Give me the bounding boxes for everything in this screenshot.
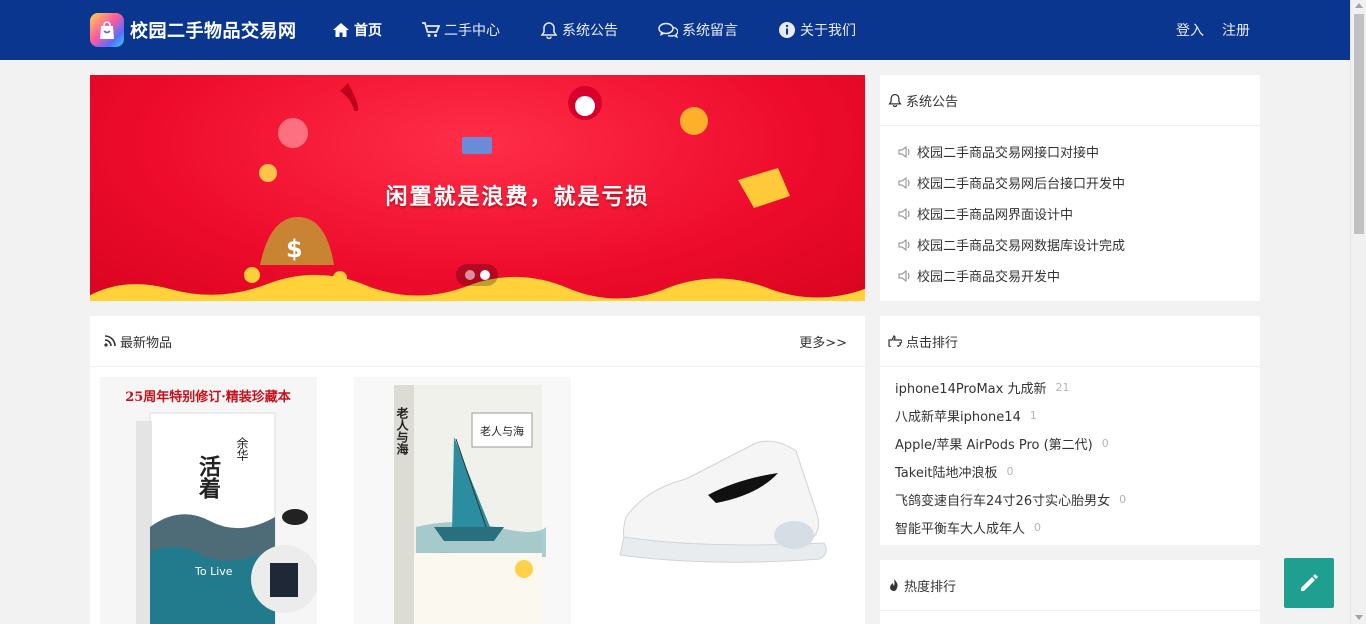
cover-title: 活着 (195, 455, 222, 500)
rank-item-name: Takeit陆地冲浪板 (895, 465, 998, 481)
speaker-icon (898, 145, 910, 158)
rank-item-count: 0 (1034, 520, 1042, 534)
rank-item[interactable]: Apple/苹果 AirPods Pro (第二代) 0 (895, 429, 1260, 457)
rank-item-count: 0 (1119, 492, 1127, 506)
fire-icon (890, 579, 898, 591)
carousel-dot-1[interactable] (464, 270, 475, 280)
announcement-card: 系统公告 校园二手商品交易网接口对接中 校园二手商品交易网后台接口开发中 校园二… (880, 75, 1260, 301)
hot-rank-title: 热度排行 (904, 579, 957, 595)
carousel-dot-2[interactable] (479, 270, 490, 280)
click-rank-card: 点击排行 iphone14ProMax 九成新 21 八成新苹果iphone14 1… (880, 316, 1260, 545)
click-rank-title: 点击排行 (906, 335, 959, 351)
announcement-text: 校园二手商品网界面设计中 (917, 208, 1074, 223)
click-rank-list: iphone14ProMax 九成新 21 八成新苹果iphone14 1 Appl… (880, 367, 1260, 541)
rank-item[interactable]: 飞鸽变速自行车24寸26寸实心胎男女 0 (895, 485, 1260, 513)
nav-message[interactable]: 系统留言 (658, 0, 738, 60)
speaker-icon (898, 238, 910, 251)
rank-item-name: 智能平衡车大人成年人 (895, 521, 1026, 537)
rank-item[interactable]: iphone14ProMax 九成新 21 (895, 373, 1260, 401)
goods-item-to-live[interactable]: 25周年特别修订·精装珍藏本 活着 余华 To Live (100, 377, 317, 624)
announcement-item[interactable]: 校园二手商品交易网后台接口开发中 (898, 167, 1260, 198)
nav-second-hand[interactable]: 二手中心 (422, 0, 500, 60)
rank-item[interactable]: 智能平衡车大人成年人 0 (895, 513, 1260, 541)
latest-goods-header: 最新物品 (90, 316, 865, 367)
announcement-list: 校园二手商品交易网接口对接中 校园二手商品交易网后台接口开发中 校园二手商品网界… (880, 126, 1260, 291)
rank-item-count: 1 (1029, 408, 1037, 422)
cover-title: 老人与海 (395, 406, 409, 456)
rank-item-count: 0 (1006, 464, 1014, 478)
brand-logo[interactable]: 校园二手物品交易网 (90, 13, 297, 47)
cart-icon (422, 22, 440, 37)
page-scrollbar[interactable] (1350, 0, 1366, 624)
info-icon (779, 22, 795, 38)
announcement-item[interactable]: 校园二手商品交易开发中 (898, 260, 1260, 291)
rank-item[interactable]: Takeit陆地冲浪板 0 (895, 457, 1260, 485)
banner-slogan: 闲置就是浪费，就是亏损 (385, 185, 650, 210)
home-icon (333, 23, 349, 37)
rank-item-name: Apple/苹果 AirPods Pro (第二代) (895, 437, 1093, 453)
goods-item-old-man-sea[interactable]: 老人与海 老人与海 (354, 377, 571, 624)
announcement-item[interactable]: 校园二手商品网界面设计中 (898, 198, 1260, 229)
auth-links: 登入 注册 (1158, 0, 1250, 60)
register-link[interactable]: 注册 (1222, 20, 1250, 40)
site-title: 校园二手物品交易网 (130, 21, 297, 42)
nav-message-label: 系统留言 (682, 23, 738, 39)
announcement-header: 系统公告 (880, 75, 1260, 126)
scroll-up-arrow-icon[interactable] (1355, 3, 1363, 8)
nav-announcement[interactable]: 系统公告 (540, 0, 618, 60)
nav-announcement-label: 系统公告 (562, 23, 618, 39)
announcement-item[interactable]: 校园二手商品交易网接口对接中 (898, 136, 1260, 167)
pencil-icon (1301, 574, 1318, 591)
rss-icon (104, 335, 116, 347)
banner-carousel[interactable]: $ 闲置就是浪费，就是亏损 (90, 75, 865, 301)
login-link[interactable]: 登入 (1176, 20, 1204, 40)
hot-rank-card: 热度排行 (880, 560, 1260, 624)
announcement-text: 校园二手商品交易网数据库设计完成 (917, 239, 1126, 254)
main-nav: 首页 二手中心 系统公告 系统留言 关于我们 (332, 0, 896, 60)
nav-home[interactable]: 首页 (332, 0, 382, 60)
rank-item[interactable]: 八成新苹果iphone14 1 (895, 401, 1260, 429)
announcement-text: 校园二手商品交易网后台接口开发中 (917, 177, 1126, 192)
cover-author: 余华 (235, 436, 249, 461)
rank-item-count: 0 (1101, 436, 1109, 450)
comments-icon (658, 22, 678, 38)
carousel-indicator (456, 264, 498, 286)
speaker-icon (898, 176, 910, 189)
cover-top-line: 25周年特别修订·精装珍藏本 (125, 389, 291, 405)
hot-rank-header: 热度排行 (880, 560, 1260, 611)
click-rank-header: 点击排行 (880, 316, 1260, 367)
top-navbar: 校园二手物品交易网 首页 二手中心 系统公告 系统留言 关于我们 登入 注册 (0, 0, 1350, 60)
rank-item-name: 飞鸽变速自行车24寸26寸实心胎男女 (895, 493, 1111, 509)
rank-item-name: 八成新苹果iphone14 (895, 409, 1021, 425)
announcement-text: 校园二手商品交易开发中 (917, 270, 1061, 285)
bell-icon (888, 93, 902, 107)
goods-item-sneaker[interactable] (608, 377, 848, 624)
nav-second-hand-label: 二手中心 (444, 23, 500, 39)
scrollbar-thumb[interactable] (1354, 14, 1364, 234)
book-cover-image: 老人与海 老人与海 (354, 377, 571, 624)
rank-item-name: iphone14ProMax 九成新 (895, 381, 1047, 397)
announcement-text: 校园二手商品交易网接口对接中 (917, 146, 1100, 161)
shopping-bag-icon (90, 13, 124, 47)
nav-about-label: 关于我们 (800, 23, 856, 39)
rank-item-count: 21 (1055, 380, 1070, 394)
scroll-down-arrow-icon[interactable] (1355, 615, 1363, 620)
svg-text:$: $ (286, 235, 303, 263)
bell-icon (540, 22, 558, 39)
cover-english-title: To Live (194, 565, 233, 578)
nav-about[interactable]: 关于我们 (778, 0, 856, 60)
announcement-item[interactable]: 校园二手商品交易网数据库设计完成 (898, 229, 1260, 260)
speaker-icon (898, 207, 910, 220)
latest-goods-title: 最新物品 (120, 335, 173, 351)
book-cover-image: 25周年特别修订·精装珍藏本 活着 余华 To Live (100, 377, 317, 624)
hand-pointer-icon (888, 335, 902, 347)
sneaker-image (608, 377, 848, 624)
nav-home-label: 首页 (354, 23, 382, 39)
edit-fab-button[interactable] (1284, 558, 1334, 608)
speaker-icon (898, 269, 910, 282)
latest-goods-card: 最新物品 更多>> 25周年特别修订·精装珍藏本 活着 余华 To Live 老… (90, 316, 865, 624)
cover-label: 老人与海 (480, 424, 524, 438)
more-link[interactable]: 更多>> (799, 332, 847, 351)
announcement-title: 系统公告 (906, 94, 959, 110)
